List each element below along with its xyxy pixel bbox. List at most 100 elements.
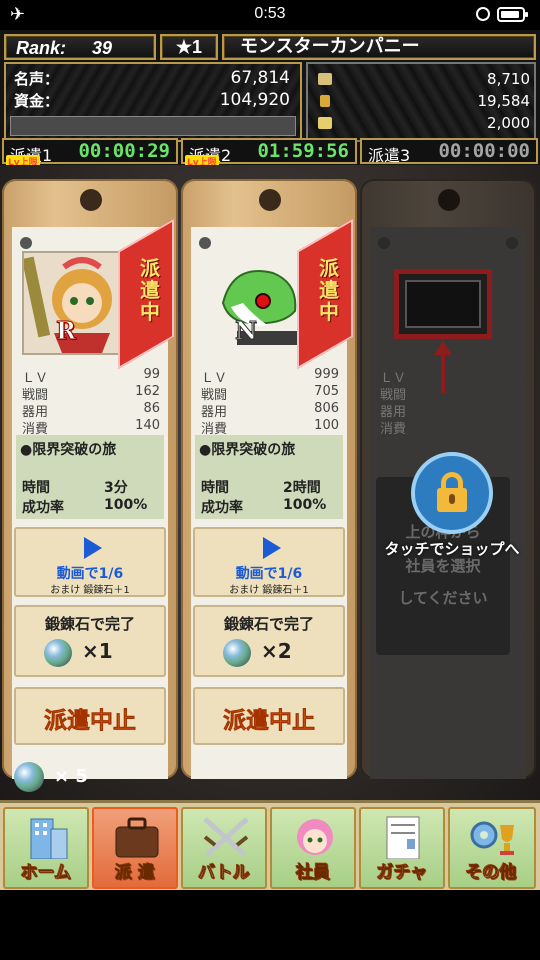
stat-row: 戦闘 162	[22, 384, 164, 403]
video-bonus: おまけ 鍛錬石＋1	[50, 585, 130, 596]
employee-stats: ＬＶ 99 戦闘 162 器用 86 消費 140	[22, 367, 164, 437]
time-label: 時間	[201, 480, 229, 496]
status-bar: ✈ 0:53	[0, 0, 540, 30]
stop-dispatch-button[interactable]: 派遣中止	[193, 687, 345, 745]
rate-value: 100%	[104, 497, 148, 513]
stat-value: 86	[143, 401, 160, 416]
stat-row: 消費 140	[22, 418, 164, 437]
stat-row: 戦闘 705	[201, 384, 343, 403]
stat-row: 器用 86	[22, 401, 164, 420]
video-bonus: おまけ 鍛錬石＋1	[229, 585, 309, 596]
training-stone-icon	[14, 762, 44, 792]
stat-row: ＬＶ	[380, 367, 522, 386]
tab-label: ガチャ	[376, 863, 428, 884]
stat-label: 消費	[380, 422, 407, 437]
stat-value: 162	[135, 384, 160, 399]
employee-icon	[297, 819, 333, 855]
dispatch-timers: 派遣1 00:00:29 Lv上限 派遣2 01:59:56 Lv上限 派遣3 …	[0, 138, 540, 168]
finish-label: 鍛錬石で完了	[44, 615, 135, 633]
pin-icon	[506, 237, 518, 249]
stat-row: 器用 806	[201, 401, 343, 420]
empty-slot-frame	[405, 280, 481, 328]
monster-girl-icon	[24, 253, 128, 353]
rank-value: 39	[92, 38, 113, 58]
resources-panel: 8,710 19,584 2,000	[306, 62, 536, 142]
employee-portrait[interactable]: R	[22, 251, 130, 355]
timer-value: 00:00:00	[438, 140, 530, 162]
rarity-badge: N	[235, 316, 258, 346]
training-stone-count: × 5	[54, 766, 88, 787]
star-rating: ★1	[160, 34, 218, 60]
play-icon	[263, 537, 281, 559]
tab-battle[interactable]: バトル	[181, 807, 267, 889]
journey-rate: 成功率 100%	[22, 497, 147, 517]
crossed-swords-icon	[203, 817, 249, 857]
video-label: 動画で1/6	[56, 566, 124, 582]
finish-cost: ×1	[82, 639, 113, 663]
resource-row: 19,584	[312, 92, 534, 112]
stat-row: 器用	[380, 401, 522, 420]
stat-value: 705	[314, 384, 339, 399]
watch-video-button[interactable]: 動画で1/6 おまけ 鍛錬石＋1	[193, 527, 345, 597]
stat-value: 806	[314, 401, 339, 416]
finish-label: 鍛錬石で完了	[223, 615, 314, 633]
watch-video-button[interactable]: 動画で1/6 おまけ 鍛錬石＋1	[14, 527, 166, 597]
fame-value: 67,814	[230, 68, 290, 88]
tab-label: その他	[465, 863, 517, 884]
rank-display: Rank: 39	[4, 34, 156, 60]
card-paper: R 派遣中 ＬＶ 99 戦闘 162 器用 86 消費 140 ●限界突破の旅 時間 3分…	[12, 218, 174, 779]
funds-value: 104,920	[219, 90, 290, 110]
gear-trophy-icon	[470, 821, 514, 855]
tab-other[interactable]: その他	[448, 807, 536, 889]
resource-value: 8,710	[487, 70, 530, 88]
tab-dispatch[interactable]: 派 遣	[92, 807, 178, 889]
dispatch-timer-2[interactable]: 派遣2 01:59:56 Lv上限	[181, 138, 357, 168]
shop-prompt[interactable]: タッチでショップへ	[364, 538, 540, 559]
briefcase-icon	[115, 817, 159, 858]
dispatch-timer-1[interactable]: 派遣1 00:00:29 Lv上限	[2, 138, 178, 168]
resource-value: 2,000	[487, 114, 530, 132]
stop-dispatch-button[interactable]: 派遣中止	[14, 687, 166, 745]
training-stone-icon	[44, 639, 72, 667]
training-stone-counter: × 5	[14, 762, 104, 792]
tab-label: ホーム	[20, 863, 72, 884]
stat-row: 消費	[380, 418, 522, 437]
pin-icon	[378, 237, 390, 249]
employee-portrait[interactable]: N	[201, 251, 309, 355]
journey-title: ●限界突破の旅	[199, 442, 296, 458]
stat-value: 100	[314, 418, 339, 433]
building-icon	[30, 818, 68, 859]
card-hole	[259, 189, 281, 211]
employee-select-slot[interactable]	[394, 269, 492, 339]
tab-gacha[interactable]: ガチャ	[359, 807, 445, 889]
rate-label: 成功率	[22, 500, 64, 516]
rate-value: 100%	[283, 497, 327, 513]
pin-icon	[20, 237, 32, 249]
funds-label: 資金：	[14, 92, 60, 110]
journey-time: 時間 3分	[22, 477, 128, 497]
pin-icon	[199, 237, 211, 249]
potion-icon	[320, 95, 330, 107]
stat-row: 戦闘	[380, 384, 522, 403]
stop-label: 派遣中止	[223, 708, 316, 735]
finish-with-stone-button[interactable]: 鍛錬石で完了 ×1	[14, 605, 166, 677]
tab-home[interactable]: ホーム	[3, 807, 89, 889]
journey-rate: 成功率 100%	[201, 497, 326, 517]
lock-icon[interactable]	[411, 452, 493, 534]
timer-value: 00:00:29	[78, 140, 170, 162]
bottom-tab-bar: ホーム 派 遣 バトル 社員 ガチャ その他	[0, 800, 540, 890]
select-line: してください	[398, 589, 488, 607]
dispatch-timer-3[interactable]: 派遣3 00:00:00	[360, 138, 538, 165]
employee-stats: ＬＶ 999 戦闘 705 器用 806 消費 100	[201, 367, 343, 437]
company-name: モンスターカンパニー	[222, 34, 536, 60]
video-label: 動画で1/6	[235, 566, 303, 582]
employee-stats: ＬＶ 戦闘 器用 消費	[380, 367, 522, 437]
orientation-lock-icon	[476, 7, 490, 21]
time-label: 時間	[22, 480, 50, 496]
dispatch-card-1: R 派遣中 ＬＶ 99 戦闘 162 器用 86 消費 140 ●限界突破の旅 時間 3分…	[2, 179, 178, 779]
tab-employees[interactable]: 社員	[270, 807, 356, 889]
battery-icon	[497, 7, 528, 22]
fame-funds-panel: 名声： 67,814 資金： 104,920	[4, 62, 302, 142]
finish-with-stone-button[interactable]: 鍛錬石で完了 ×2	[193, 605, 345, 677]
rarity-badge: R	[56, 316, 77, 346]
